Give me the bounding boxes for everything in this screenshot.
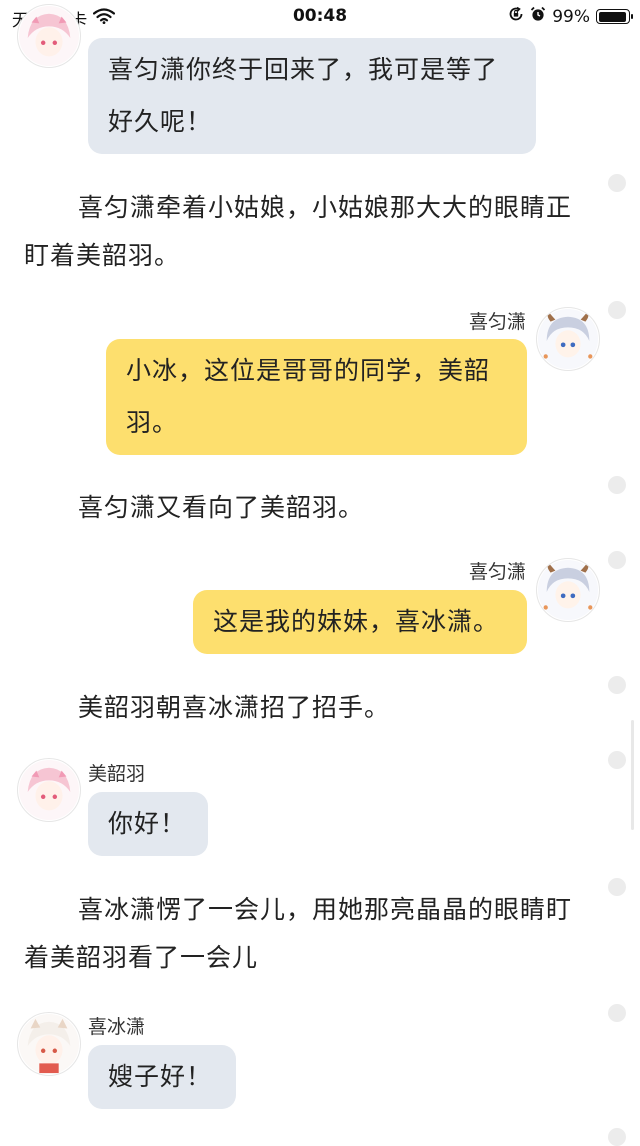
bubble-line: 这是我的妹妹，喜冰潇。	[213, 607, 500, 636]
battery-fill	[598, 11, 627, 22]
status-bar: 无 SIM 卡 00:48 99%	[0, 0, 640, 34]
silver-hair-boy-avatar-icon	[537, 559, 599, 621]
scrollbar[interactable]	[631, 720, 634, 830]
avatar[interactable]	[17, 758, 81, 822]
chat-bubble[interactable]: 喜匀潇你终于回来了，我可是等了 好久呢！	[88, 38, 536, 154]
battery-icon	[596, 9, 633, 24]
comment-dot[interactable]	[608, 551, 626, 569]
narration-text: 喜匀潇牵着小姑娘，小姑娘那大大的眼睛正盯着美韶羽。	[24, 193, 573, 270]
speaker-name: 喜匀潇	[468, 561, 526, 583]
comment-dot[interactable]	[608, 1128, 626, 1146]
status-right: 99%	[508, 6, 633, 27]
pink-hair-girl-avatar-icon	[18, 759, 80, 821]
bubble-line: 喜匀潇你终于回来了，我可是等了	[108, 55, 499, 84]
white-hair-girl-avatar-icon	[18, 1013, 80, 1075]
avatar[interactable]	[17, 1012, 81, 1076]
alarm-icon	[530, 6, 546, 27]
chat-bubble[interactable]: 这是我的妹妹，喜冰潇。	[193, 590, 527, 654]
avatar[interactable]	[536, 307, 600, 371]
silver-hair-boy-avatar-icon	[537, 308, 599, 370]
battery-percent: 99%	[552, 6, 590, 27]
speaker-name: 美韶羽	[88, 763, 146, 785]
narration-text: 美韶羽朝喜冰潇招了招手。	[78, 693, 391, 722]
bubble-line: 小冰，这位是哥哥的同学，美韶	[126, 356, 491, 385]
comment-dot[interactable]	[608, 1004, 626, 1022]
speaker-name: 喜冰潇	[88, 1016, 146, 1038]
bubble-line: 你好！	[108, 809, 187, 838]
speaker-name: 喜匀潇	[468, 311, 526, 333]
orientation-lock-icon	[508, 6, 524, 27]
bubble-line: 嫂子好！	[108, 1062, 213, 1091]
bubble-line: 好久呢！	[108, 107, 213, 136]
narration-text: 喜冰潇愣了一会儿，用她那亮晶晶的眼睛盯着美韶羽看了一会儿	[24, 895, 573, 972]
avatar[interactable]	[17, 4, 81, 68]
comment-dot[interactable]	[608, 301, 626, 319]
comment-dot[interactable]	[608, 174, 626, 192]
comment-dot[interactable]	[608, 751, 626, 769]
chat-bubble[interactable]: 嫂子好！	[88, 1045, 236, 1109]
chat-bubble[interactable]: 小冰，这位是哥哥的同学，美韶 羽。	[106, 339, 527, 455]
comment-dot[interactable]	[608, 476, 626, 494]
bubble-line: 羽。	[126, 408, 179, 437]
comment-dot[interactable]	[608, 676, 626, 694]
avatar[interactable]	[536, 558, 600, 622]
narration-text: 喜匀潇又看向了美韶羽。	[78, 493, 365, 522]
comment-dot[interactable]	[608, 878, 626, 896]
pink-hair-girl-avatar-icon	[18, 5, 80, 67]
chat-bubble[interactable]: 你好！	[88, 792, 208, 856]
